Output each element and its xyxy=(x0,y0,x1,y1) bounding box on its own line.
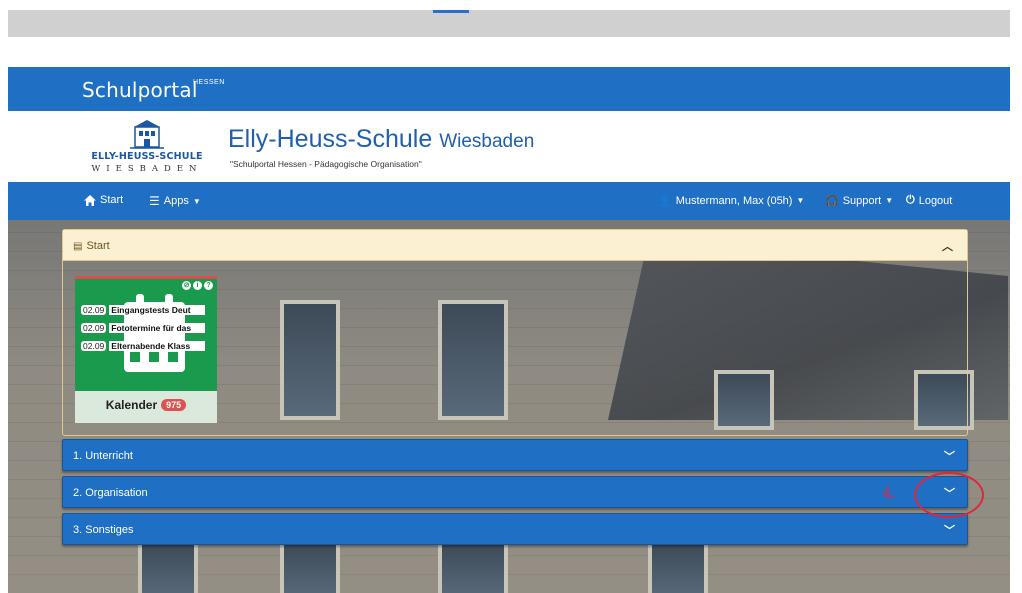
section-label: 1. Unterricht xyxy=(73,450,133,462)
event-title: Eingangstests Deut xyxy=(109,305,206,315)
nav-support-label: Support xyxy=(842,194,882,207)
tile-label: Kalender 975 xyxy=(75,398,217,412)
event-date: 02.09 xyxy=(81,341,107,351)
help-icon[interactable]: ? xyxy=(204,281,213,290)
count-badge: 975 xyxy=(161,399,187,411)
school-name: Elly-Heuss-Schule xyxy=(228,125,433,153)
portal-superscript: HESSEN xyxy=(193,79,225,86)
block-icon[interactable]: ⊘ xyxy=(182,281,191,290)
browser-bar xyxy=(8,10,1010,37)
background-window xyxy=(138,540,198,593)
newspaper-icon: ▤ xyxy=(73,240,83,252)
event-date: 02.09 xyxy=(81,305,107,315)
event-title: Elternabende Klass xyxy=(109,341,206,351)
calendar-event[interactable]: 02.09 Fototermine für das xyxy=(81,323,206,333)
tile-actions: ⊘ i ? xyxy=(182,281,213,290)
logo-city: WIESBADEN xyxy=(91,164,203,174)
page: Schulportal HESSEN ELLY-HEUSS-SCHULE WIE… xyxy=(0,0,1022,593)
annotation-step-number: 4. xyxy=(882,484,897,502)
nav-user-label: Mustermann, Max (05h) xyxy=(675,194,793,207)
info-icon[interactable]: i xyxy=(193,281,202,290)
school-title: Elly-Heuss-Schule Wiesbaden xyxy=(228,125,534,154)
active-tab-indicator xyxy=(433,10,469,13)
start-panel-title: ▤ Start xyxy=(73,240,110,252)
school-building-icon xyxy=(130,120,164,149)
tile-label-text: Kalender xyxy=(105,398,158,412)
section-label: 3. Sonstiges xyxy=(73,524,134,536)
caret-down-icon: ▼ xyxy=(885,196,894,205)
school-logo[interactable]: ELLY-HEUSS-SCHULE WIESBADEN xyxy=(82,119,212,179)
event-date: 02.09 xyxy=(81,323,107,333)
nav-user-menu[interactable]: 👤 Mustermann, Max (05h) ▼ xyxy=(658,194,805,208)
nav-apps-label: Apps xyxy=(163,195,189,207)
section-sonstiges[interactable]: 3. Sonstiges ﹀ xyxy=(62,513,968,545)
caret-down-icon: ▼ xyxy=(796,196,805,205)
chevron-down-icon[interactable]: ﹀ xyxy=(944,448,955,464)
calendar-event[interactable]: 02.09 Elternabende Klass xyxy=(81,341,206,351)
chevron-down-icon[interactable]: ﹀ xyxy=(944,522,955,538)
support-icon: 🎧 xyxy=(825,195,839,207)
portal-header: Schulportal HESSEN xyxy=(8,67,1010,111)
main-navbar: Start ☰ Apps ▼ 👤 Mustermann, Max (05h) ▼… xyxy=(8,182,1010,220)
chevron-up-icon[interactable]: ︿ xyxy=(942,238,953,254)
background-window xyxy=(648,540,708,593)
start-panel-header[interactable]: ▤ Start ︿ xyxy=(63,230,967,261)
content-area: ▤ Start ︿ ⊘ i ? 02.09 Eingangstests Deut… xyxy=(8,220,1010,593)
section-organisation[interactable]: 2. Organisation ﹀ xyxy=(62,476,968,508)
calendar-event[interactable]: 02.09 Eingangstests Deut xyxy=(81,305,206,315)
caret-down-icon: ▼ xyxy=(192,196,201,206)
logo-school-name: ELLY-HEUSS-SCHULE xyxy=(91,151,203,162)
event-title: Fototermine für das xyxy=(109,323,206,333)
start-panel-title-label: Start xyxy=(86,240,110,252)
nav-apps[interactable]: ☰ Apps ▼ xyxy=(149,194,201,208)
calendar-tile[interactable]: ⊘ i ? 02.09 Eingangstests Deut 02.09 Fot… xyxy=(75,276,217,423)
nav-logout[interactable]: ⏻ Logout xyxy=(906,194,952,207)
power-icon: ⏻ xyxy=(906,194,915,206)
nav-logout-label: Logout xyxy=(918,194,953,207)
user-icon: 👤 xyxy=(658,195,672,207)
background-window xyxy=(280,540,340,593)
start-panel: ▤ Start ︿ ⊘ i ? 02.09 Eingangstests Deut… xyxy=(62,229,968,436)
section-label: 2. Organisation xyxy=(73,487,148,499)
portal-title[interactable]: Schulportal xyxy=(82,78,198,102)
section-unterricht[interactable]: 1. Unterricht ﹀ xyxy=(62,439,968,471)
nav-start-label: Start xyxy=(100,194,124,206)
school-city: Wiesbaden xyxy=(439,131,535,152)
school-subtitle: "Schulportal Hessen - Pädagogische Organ… xyxy=(230,159,422,169)
nav-support[interactable]: 🎧 Support ▼ xyxy=(825,194,894,208)
home-icon xyxy=(84,194,96,206)
school-header: ELLY-HEUSS-SCHULE WIESBADEN Elly-Heuss-S… xyxy=(8,111,1010,182)
annotation-highlight-circle xyxy=(914,472,984,518)
nav-start[interactable]: Start xyxy=(84,194,123,206)
menu-icon: ☰ xyxy=(149,194,160,208)
background-window xyxy=(438,540,508,593)
